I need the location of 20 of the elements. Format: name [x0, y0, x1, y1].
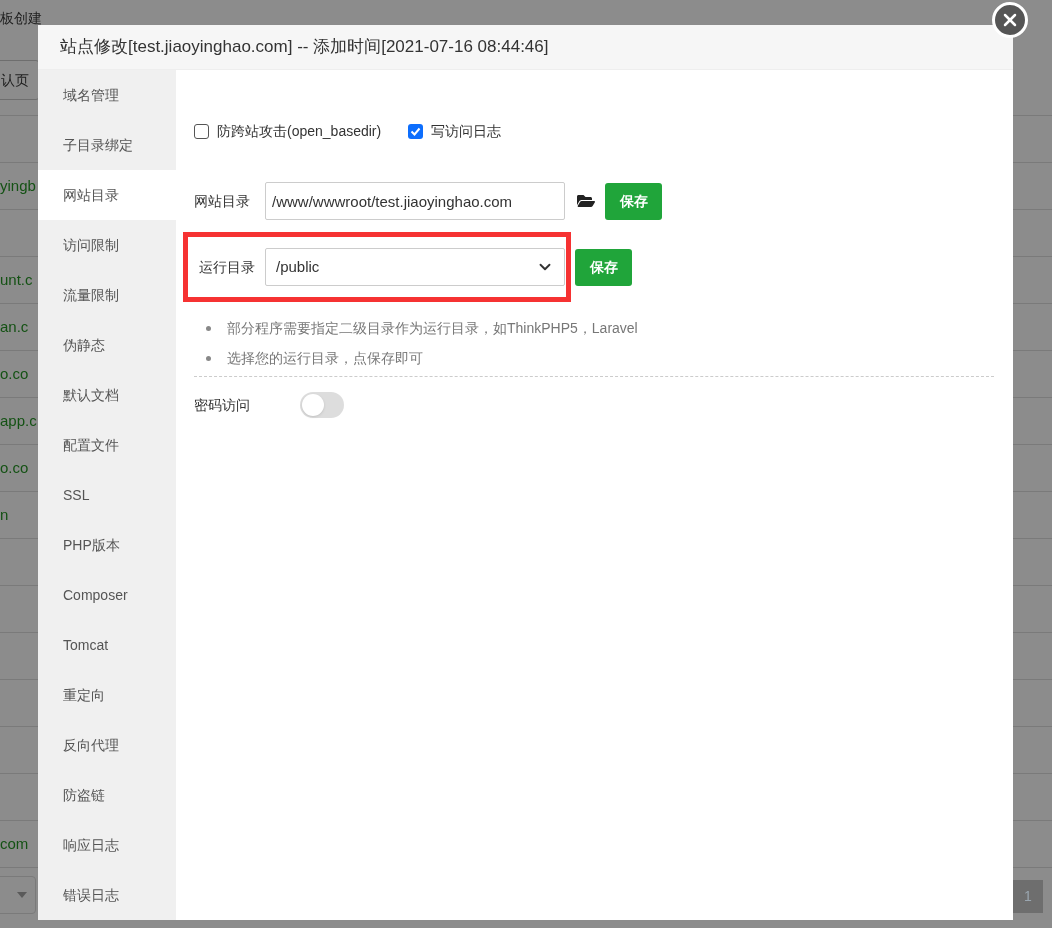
field-label: 运行目录 [199, 257, 256, 277]
caret-icon [17, 892, 27, 898]
toggle-switch[interactable] [300, 392, 344, 418]
checkbox[interactable] [194, 123, 209, 139]
directory-select[interactable]: /public [265, 248, 565, 286]
field-label: 网站目录 [194, 191, 251, 211]
bullet-icon [206, 326, 211, 331]
dialog-title: 站点修改[test.jiaoyinghao.com] -- 添加时间[2021-07-16 08:44:46] [60, 36, 549, 59]
toggle-label: 密码访问 [194, 395, 251, 415]
tip-text: 选择您的运行目录，点保存即可 [227, 349, 423, 368]
close-button[interactable] [992, 2, 1028, 38]
checkbox-label: 防跨站攻击(open_basedir) [217, 121, 382, 141]
tip-text: 部分程序需要指定二级目录作为运行目录，如ThinkPHP5，Laravel [227, 319, 638, 338]
folder-icon[interactable] [577, 193, 595, 209]
sidebar-item[interactable]: 网站目录 [38, 170, 176, 220]
bullet-icon [206, 356, 211, 361]
checkbox-label: 写访问日志 [431, 121, 502, 141]
directory-field[interactable]: /www/wwwroot/test.jiaoyinghao.com [265, 182, 565, 220]
checkbox[interactable] [408, 123, 424, 139]
notice-text: 板创建 [0, 9, 42, 28]
